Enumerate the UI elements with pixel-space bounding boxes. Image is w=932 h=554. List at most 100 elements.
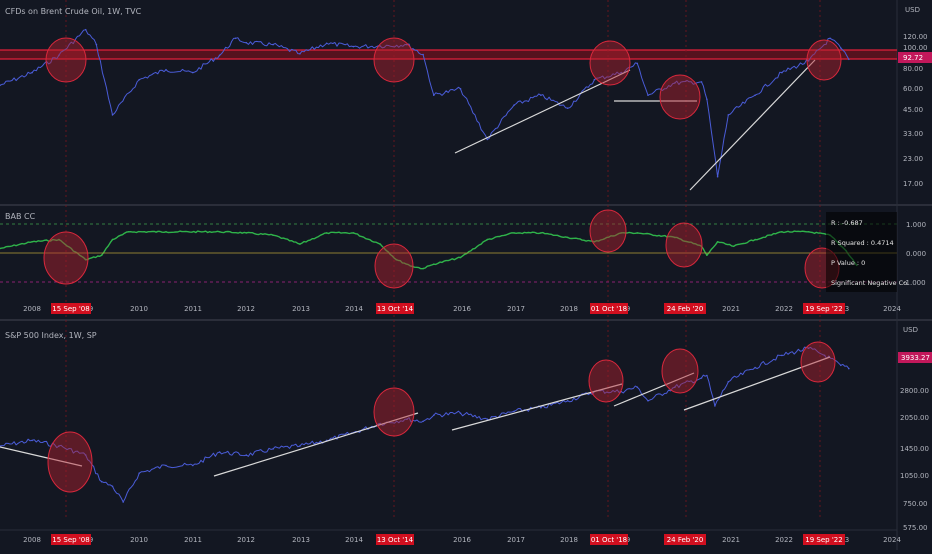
- correlation-line-point: [127, 231, 130, 233]
- correlation-line-point: [754, 238, 756, 241]
- spx-price-line-point: [848, 367, 850, 370]
- spx-price-line-point: [218, 451, 221, 453]
- oil-price-line-point: [433, 94, 435, 96]
- mid-year-2008: 2008: [23, 305, 41, 313]
- oil-trendlines: [454, 59, 816, 191]
- spx-price-line-point: [192, 464, 194, 467]
- oil-price-line-point: [245, 41, 248, 44]
- oil-price-line-point: [781, 71, 783, 74]
- mid-year-2016: 2016: [453, 305, 471, 313]
- spx-price-axis[interactable]: 2800.00 2050.00 1450.00 1050.00 750.00 5…: [900, 387, 929, 532]
- correlation-line-point: [111, 238, 114, 241]
- mid-year-2011: 2011: [184, 305, 202, 313]
- bot-year-2016: 2016: [453, 536, 471, 544]
- highlight-circle-corr-2014: [374, 243, 414, 289]
- correlation-line-point: [165, 231, 167, 233]
- oil-price-line-point: [84, 28, 87, 31]
- correlation-line-point: [433, 263, 435, 266]
- mid-partial-year-3: 3: [845, 305, 849, 313]
- mid-year-2014: 2014: [345, 305, 363, 313]
- correlation-line-point: [706, 254, 708, 256]
- spx-price-line-point: [272, 448, 274, 450]
- correlation-line-point: [352, 232, 355, 234]
- correlation-line-point: [422, 267, 424, 270]
- resistance-band: [0, 50, 897, 59]
- stat-p-value: P Value : 0: [831, 259, 865, 267]
- chart-canvas[interactable]: CFDs on Brent Crude Oil, 1W, TVC BAB CC …: [0, 0, 932, 550]
- oil-price-line-point: [486, 138, 489, 141]
- spx-price-line-point: [636, 386, 639, 389]
- spx-last-price: 3933.27: [901, 354, 930, 362]
- indicator-axis[interactable]: 1.000 0.000 -1.000: [903, 221, 926, 287]
- correlation-line-point: [807, 231, 810, 233]
- spx-price-line-point: [754, 366, 756, 369]
- correlation-series: [0, 230, 858, 270]
- oil-price-line-point: [700, 81, 703, 83]
- mid-year-2013: 2013: [292, 305, 310, 313]
- bot-year-2021: 2021: [722, 536, 740, 544]
- highlight-circle-spx-2008: [47, 431, 93, 493]
- oil-price-line-point: [459, 88, 462, 90]
- mid-year-2017: 2017: [507, 305, 525, 313]
- correlation-line-point: [100, 254, 103, 256]
- mid-year-2024: 2024: [883, 305, 901, 313]
- bot-year-2022: 2022: [775, 536, 793, 544]
- oil-price-line-point: [647, 94, 649, 96]
- mid-year-2022: 2022: [775, 305, 793, 313]
- oil-price-line-point: [218, 54, 221, 57]
- event-label-2022-mid: 19 Sep '22: [805, 305, 842, 313]
- oil-pane-title: CFDs on Brent Crude Oil, 1W, TVC: [5, 7, 142, 16]
- oil-price-line-point: [513, 104, 515, 106]
- time-axis-bottom[interactable]: 2008 2010 2011 2012 2013 2014 2016 2017 …: [23, 536, 901, 544]
- spx-tick-1050: 1050.00: [900, 472, 929, 480]
- spx-price-line-point: [122, 501, 124, 503]
- correlation-line-point: [245, 232, 248, 234]
- highlight-circle-corr-2018: [589, 209, 627, 253]
- bot-year-2024: 2024: [883, 536, 901, 544]
- spx-tick-2050: 2050.00: [900, 414, 929, 422]
- spx-price-line-point: [840, 364, 842, 367]
- spx-price-line-point: [31, 439, 33, 442]
- highlight-circle-spx-2018: [588, 359, 624, 403]
- mid-year-2021: 2021: [722, 305, 740, 313]
- event-label-2008-mid: 15 Sep '08: [52, 305, 89, 313]
- event-label-2014-bot: 13 Oct '14: [377, 536, 414, 544]
- correlation-line-point: [379, 243, 382, 245]
- spx-tick-2800: 2800.00: [900, 387, 929, 395]
- bot-year-2012: 2012: [237, 536, 255, 544]
- correlation-line-point: [486, 238, 489, 241]
- spx-trendlines: [0, 356, 831, 477]
- time-axis-middle[interactable]: 2008 2010 2011 2012 2013 2014 2016 2017 …: [23, 305, 901, 313]
- bot-year-2013: 2013: [292, 536, 310, 544]
- corr-tick-zero: 0.000: [906, 250, 926, 258]
- stat-significance: Significant Negative Co: [831, 279, 907, 287]
- spx-price-line-point: [245, 454, 248, 456]
- oil-price-line-point: [848, 58, 850, 61]
- spx-price-line: [0, 346, 850, 503]
- oil-currency-label: USD: [905, 6, 920, 14]
- highlight-circle-oil-2022: [806, 39, 842, 81]
- oil-price-line-point: [325, 42, 328, 45]
- oil-price-line-point: [138, 78, 140, 81]
- bot-year-2011: 2011: [184, 536, 202, 544]
- highlight-circle-spx-2020: [661, 348, 699, 394]
- oil-price-line-point: [352, 45, 355, 48]
- event-label-2018-mid: 01 Oct '18: [591, 305, 627, 313]
- bot-year-2018: 2018: [560, 536, 578, 544]
- highlight-circle-corr-2020: [665, 222, 703, 268]
- mid-year-2012: 2012: [237, 305, 255, 313]
- correlation-line-point: [325, 232, 328, 234]
- spx-price-line-point: [138, 472, 140, 475]
- correlation-line-point: [636, 232, 639, 234]
- oil-tick-80: 80.00: [903, 65, 923, 73]
- spx-price-line-point: [459, 412, 462, 415]
- bot-partial-year-3: 3: [845, 536, 849, 544]
- oil-price-line-point: [31, 71, 33, 74]
- oil-price-line-point: [95, 43, 98, 46]
- oil-price-line-point: [754, 94, 756, 96]
- chart-window: CFDs on Brent Crude Oil, 1W, TVC BAB CC …: [0, 0, 932, 550]
- correlation-line-point: [716, 241, 719, 243]
- oil-price-line-point: [111, 114, 114, 116]
- corr-tick-plus-one: 1.000: [906, 221, 926, 229]
- mid-year-2018: 2018: [560, 305, 578, 313]
